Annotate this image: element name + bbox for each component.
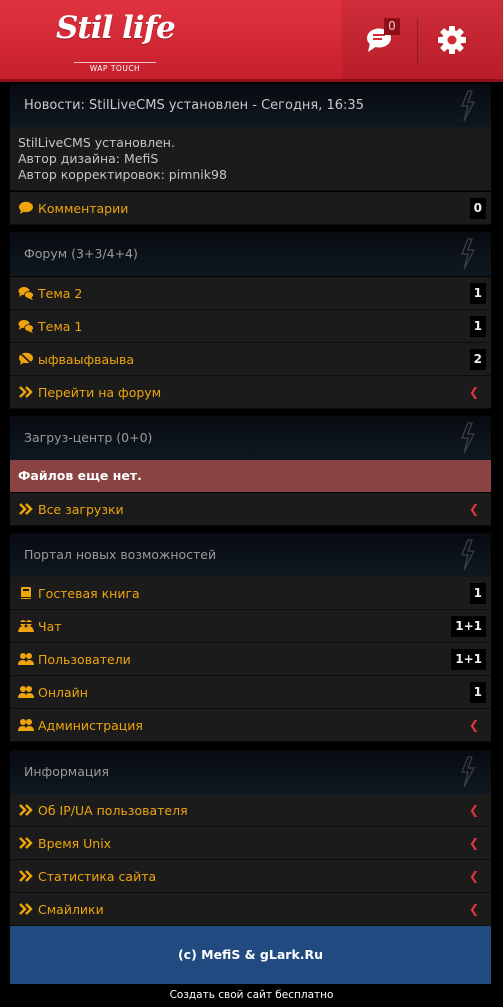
info-title: Информация <box>24 764 110 779</box>
chat-label: Чат <box>38 619 62 634</box>
comments-icon <box>18 319 34 333</box>
guestbook-label: Гостевая книга <box>38 586 140 601</box>
news-line: StilLiveCMS установлен. <box>18 135 175 150</box>
guestbook-count: 1 <box>469 583 486 604</box>
unix-time-label: Время Unix <box>38 836 112 851</box>
chat-users-icon <box>18 619 34 633</box>
footer-copyright: (c) MefiS & gLark.Ru <box>10 926 491 984</box>
double-chevron-icon <box>18 803 34 817</box>
chevron-left-icon: ❮ <box>468 385 479 399</box>
chevron-left-icon: ❮ <box>468 902 479 916</box>
no-files-notice: Файлов еще нет. <box>10 460 491 492</box>
header: Stil life WAP TOUCH 0 <box>0 0 503 82</box>
comment-slash-icon <box>18 352 34 366</box>
chevron-left-icon: ❮ <box>468 869 479 883</box>
comments-count: 0 <box>469 198 486 219</box>
chevron-left-icon: ❮ <box>468 718 479 732</box>
chevron-left-icon: ❮ <box>468 502 479 516</box>
header-divider <box>417 18 418 64</box>
double-chevron-icon <box>18 502 34 516</box>
site-stats-link[interactable]: Статистика сайта ❮ <box>10 860 491 893</box>
logo-subtitle: WAP TOUCH <box>74 62 156 73</box>
topic-label: ыфваыфваыва <box>38 352 135 367</box>
guestbook-link[interactable]: Гостевая книга 1 <box>10 577 491 610</box>
comment-icon <box>18 201 34 215</box>
chat-count: 1+1 <box>451 616 486 637</box>
info-section-title[interactable]: Информация <box>10 750 491 794</box>
forum-title: Форум (3+3/4+4) <box>24 246 138 261</box>
online-label: Онлайн <box>38 685 88 700</box>
downloads-title: Загруз-центр (0+0) <box>24 430 153 445</box>
unix-time-link[interactable]: Время Unix ❮ <box>10 827 491 860</box>
topic-label: Тема 2 <box>38 286 83 301</box>
messages-count-badge: 0 <box>384 18 400 35</box>
portal-section-title[interactable]: Портал новых возможностей <box>10 533 491 577</box>
smileys-label: Смайлики <box>38 902 104 917</box>
ip-ua-label: Об IP/UA пользователя <box>38 803 188 818</box>
create-site-link[interactable]: Создать свой сайт бесплатно <box>0 989 503 1001</box>
administration-link[interactable]: Администрация ❮ <box>10 709 491 742</box>
downloads-section-title[interactable]: Загруз-центр (0+0) <box>10 416 491 460</box>
gear-icon[interactable] <box>437 25 467 55</box>
double-chevron-icon <box>18 902 34 916</box>
bolt-icon <box>459 422 477 454</box>
users-icon <box>18 652 34 666</box>
comments-label: Комментарии <box>38 201 129 216</box>
news-body: StilLiveCMS установлен. Автор дизайна: M… <box>10 127 491 191</box>
users-icon <box>18 685 34 699</box>
bolt-icon <box>459 539 477 571</box>
goto-forum-label: Перейти на форум <box>38 385 162 400</box>
double-chevron-icon <box>18 836 34 850</box>
news-section-title[interactable]: Новости: StilLiveCMS установлен - Сегодн… <box>10 84 491 128</box>
topic-label: Тема 1 <box>38 319 83 334</box>
forum-topic-item[interactable]: Тема 2 1 <box>10 277 491 310</box>
news-title: Новости: StilLiveCMS установлен - Сегодн… <box>24 98 364 113</box>
online-link[interactable]: Онлайн 1 <box>10 676 491 709</box>
goto-forum-link[interactable]: Перейти на форум ❮ <box>10 376 491 409</box>
topic-count: 1 <box>469 283 486 304</box>
portal-title: Портал новых возможностей <box>24 547 217 562</box>
topic-count: 1 <box>469 316 486 337</box>
double-chevron-icon <box>18 385 34 399</box>
ip-ua-link[interactable]: Об IP/UA пользователя ❮ <box>10 794 491 827</box>
smileys-link[interactable]: Смайлики ❮ <box>10 893 491 926</box>
chevron-left-icon: ❮ <box>468 803 479 817</box>
site-logo[interactable]: Stil life WAP TOUCH <box>54 10 176 73</box>
news-comments-link[interactable]: Комментарии 0 <box>10 192 491 225</box>
chevron-left-icon: ❮ <box>468 836 479 850</box>
news-line: Автор корректировок: pimnik98 <box>18 167 227 182</box>
double-chevron-icon <box>18 869 34 883</box>
topic-count: 2 <box>469 349 486 370</box>
chat-link[interactable]: Чат 1+1 <box>10 610 491 643</box>
all-downloads-link[interactable]: Все загрузки ❮ <box>10 493 491 526</box>
forum-topic-item[interactable]: Тема 1 1 <box>10 310 491 343</box>
news-line: Автор дизайна: MefiS <box>18 151 159 166</box>
site-stats-label: Статистика сайта <box>38 869 157 884</box>
administration-label: Администрация <box>38 718 143 733</box>
book-icon <box>18 586 34 600</box>
logo-text: Stil life <box>56 10 176 46</box>
bolt-icon <box>459 756 477 788</box>
users-label: Пользователи <box>38 652 131 667</box>
users-icon <box>18 718 34 732</box>
bolt-icon <box>459 90 477 122</box>
online-count: 1 <box>469 682 486 703</box>
bolt-icon <box>459 238 477 270</box>
all-downloads-label: Все загрузки <box>38 502 124 517</box>
forum-section-title[interactable]: Форум (3+3/4+4) <box>10 232 491 276</box>
users-link[interactable]: Пользователи 1+1 <box>10 643 491 676</box>
comments-icon <box>18 286 34 300</box>
users-count: 1+1 <box>451 649 486 670</box>
forum-topic-item[interactable]: ыфваыфваыва 2 <box>10 343 491 376</box>
